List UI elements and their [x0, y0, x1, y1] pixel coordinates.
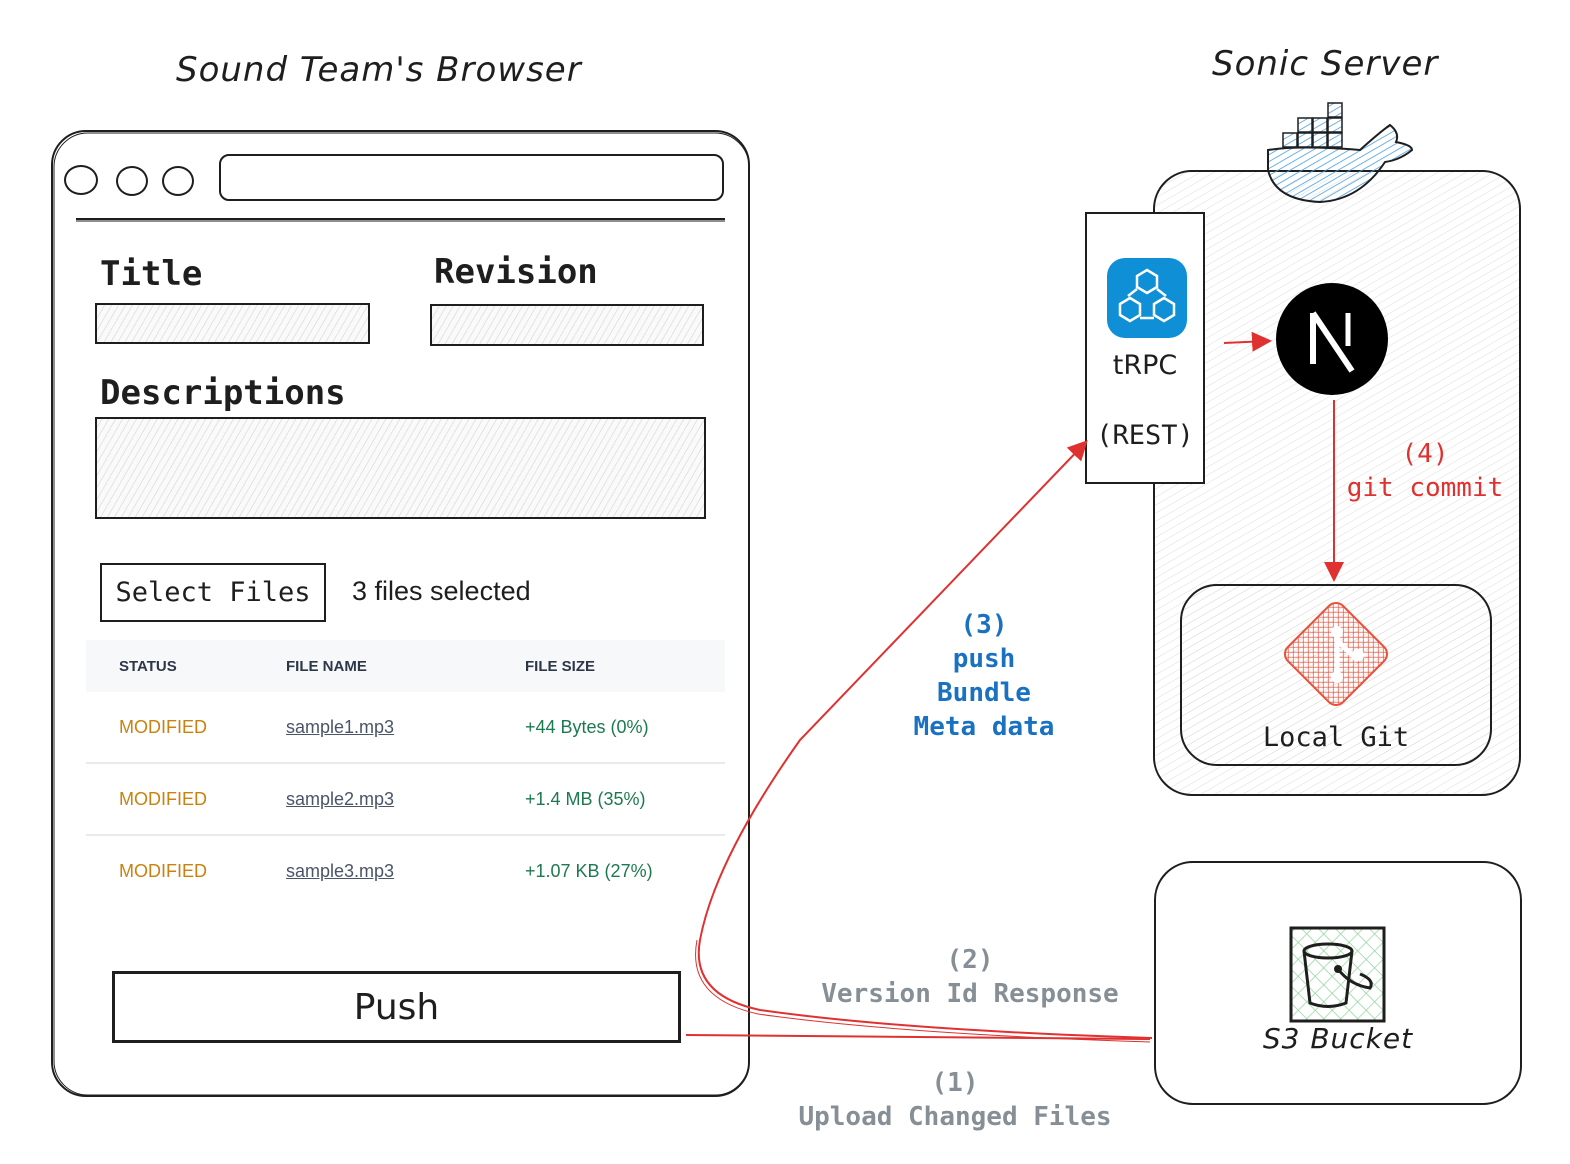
status-badge: MODIFIED — [119, 716, 207, 737]
s3-bucket-icon — [1289, 926, 1386, 1023]
local-git-label: Local Git — [1262, 722, 1410, 753]
step3-line: Bundle — [937, 678, 1031, 708]
step1-number: (1) — [931, 1068, 979, 1098]
status-badge: MODIFIED — [119, 788, 207, 809]
step1-text: Upload Changed Files — [798, 1102, 1112, 1132]
table-row: MODIFIED sample1.mp3 +44 Bytes (0%) — [86, 692, 725, 764]
push-button[interactable]: Push — [112, 971, 681, 1043]
file-size-delta: +1.07 KB (27%) — [525, 860, 653, 881]
step3-line: Meta data — [913, 712, 1055, 742]
status-badge: MODIFIED — [119, 860, 207, 881]
table-row: MODIFIED sample2.mp3 +1.4 MB (35%) — [86, 764, 725, 836]
revision-label: Revision — [434, 252, 598, 292]
s3-bucket-label: S3 Bucket — [1262, 1022, 1414, 1055]
file-size-delta: +1.4 MB (35%) — [525, 788, 646, 809]
step2-number: (2) — [946, 945, 994, 975]
window-control-maximize[interactable] — [162, 166, 194, 196]
revision-input[interactable] — [430, 304, 704, 346]
trpc-subtitle: (REST) — [1096, 420, 1194, 451]
step1-annotation: (1) Upload Changed Files — [780, 1066, 1130, 1134]
column-header-file-name: FILE NAME — [286, 657, 367, 675]
step3-annotation: (3) push Bundle Meta data — [884, 608, 1084, 744]
step4-annotation: (4) git commit — [1330, 437, 1520, 505]
descriptions-textarea[interactable] — [95, 417, 706, 519]
file-size-delta: +44 Bytes (0%) — [525, 716, 649, 737]
git-logo-icon — [1283, 601, 1389, 707]
arrow-trpc-to-next — [1223, 331, 1272, 352]
step4-number: (4) — [1401, 439, 1449, 469]
docker-whale-icon — [1267, 102, 1414, 204]
step4-text: git commit — [1346, 473, 1504, 503]
column-header-file-size: FILE SIZE — [525, 657, 596, 675]
arrow-step1-upload — [685, 1034, 1151, 1040]
file-name-link[interactable]: sample1.mp3 — [286, 717, 525, 738]
step3-line: push — [952, 644, 1016, 674]
step2-text: Version Id Response — [821, 979, 1119, 1009]
window-control-close[interactable] — [64, 165, 98, 195]
title-label: Title — [100, 254, 203, 294]
column-header-status: STATUS — [119, 657, 177, 675]
step3-number: (3) — [960, 610, 1008, 640]
window-control-minimize[interactable] — [116, 166, 148, 196]
nextjs-icon — [1276, 283, 1388, 395]
server-section-title: Sonic Server — [1212, 44, 1439, 84]
address-bar-input[interactable] — [219, 154, 724, 201]
select-files-button[interactable]: Select Files — [100, 563, 326, 622]
trpc-cubes-icon — [1107, 258, 1187, 338]
table-row: MODIFIED sample3.mp3 +1.07 KB (27%) — [86, 836, 725, 906]
files-table: STATUS FILE NAME FILE SIZE MODIFIED samp… — [86, 640, 725, 906]
step2-annotation: (2) Version Id Response — [800, 943, 1140, 1011]
file-name-link[interactable]: sample3.mp3 — [286, 861, 525, 882]
files-selected-text: 3 files selected — [352, 576, 531, 606]
descriptions-label: Descriptions — [100, 373, 346, 413]
s3-container-frame — [1154, 861, 1522, 1105]
file-name-link[interactable]: sample2.mp3 — [286, 789, 525, 810]
table-header-row: STATUS FILE NAME FILE SIZE — [86, 640, 725, 692]
trpc-label: tRPC — [1112, 350, 1178, 381]
title-input[interactable] — [95, 303, 370, 344]
browser-section-title: Sound Team's Browser — [176, 50, 582, 90]
